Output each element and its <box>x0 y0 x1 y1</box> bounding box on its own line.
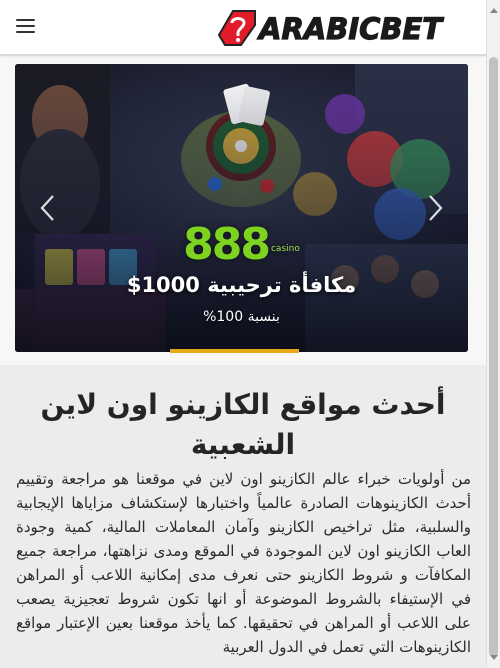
chevron-left-icon <box>40 195 54 221</box>
article-title: أحدث مواقع الكازينو اون لاين الشعبية <box>40 388 446 461</box>
scroll-down-icon[interactable] <box>490 655 498 660</box>
bonus-percent-text: بنسبة 100% <box>203 309 280 325</box>
arabicbet-logo[interactable]: ARABICBET <box>215 5 470 49</box>
brand-888-logo: 888 casino <box>15 222 468 268</box>
brand-suffix: casino <box>270 244 300 254</box>
brand-name: 888 <box>183 219 271 270</box>
promo-carousel: 888 casino مكافأة ترحيبية 1000$ بنسبة 100… <box>0 56 486 365</box>
chevron-right-icon <box>429 195 443 221</box>
logo-diamond-icon <box>217 10 256 46</box>
page-scrollbar[interactable] <box>486 0 500 668</box>
bonus-offer-text: مكافأة ترحيبية 1000$ <box>126 273 357 297</box>
menu-line <box>16 31 35 33</box>
promo-slide[interactable]: 888 casino مكافأة ترحيبية 1000$ بنسبة 100… <box>15 64 468 352</box>
carousel-prev-button[interactable] <box>33 190 63 226</box>
site-header: ARABICBET <box>0 0 500 55</box>
menu-line <box>16 19 35 21</box>
hamburger-menu-icon[interactable] <box>10 13 42 41</box>
carousel-next-button[interactable] <box>420 190 450 226</box>
carousel-active-indicator <box>170 349 299 353</box>
scrollbar-thumb[interactable] <box>489 57 498 657</box>
logo-text: ARABICBET <box>257 12 444 46</box>
scroll-up-icon[interactable] <box>490 8 498 13</box>
article-section: أحدث مواقع الكازينو اون لاين الشعبية من … <box>0 365 486 668</box>
article-body: من أولويات خبراء عالم الكازينو اون لاين … <box>16 470 471 656</box>
menu-line <box>16 25 35 27</box>
